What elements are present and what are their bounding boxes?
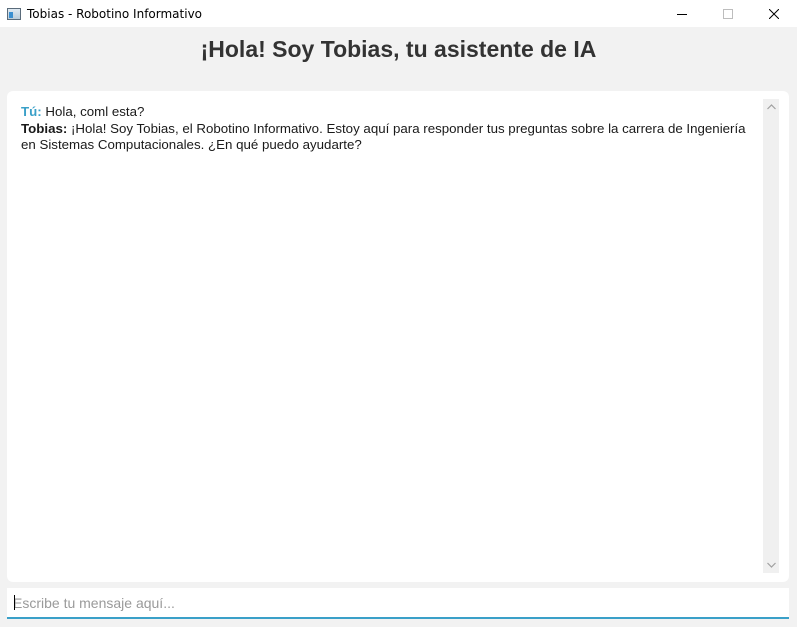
maximize-icon	[723, 8, 733, 19]
chat-message-bot: Tobias: ¡Hola! Soy Tobias, el Robotino I…	[21, 121, 756, 154]
message-text: ¡Hola! Soy Tobias, el Robotino Informati…	[21, 120, 746, 153]
window-controls	[659, 0, 797, 27]
vertical-scrollbar[interactable]	[763, 99, 779, 573]
maximize-button[interactable]	[705, 0, 751, 27]
chevron-down-icon	[766, 562, 776, 568]
chevron-up-icon	[766, 104, 776, 110]
app-window: Tobias - Robotino Informativo ¡Hola! Soy…	[0, 0, 797, 627]
message-input[interactable]	[7, 588, 789, 617]
message-sender: Tobias:	[21, 120, 68, 136]
scroll-up-button[interactable]	[763, 99, 779, 115]
scroll-down-button[interactable]	[763, 557, 779, 573]
window-title: Tobias - Robotino Informativo	[27, 6, 203, 21]
page-title: ¡Hola! Soy Tobias, tu asistente de IA	[200, 36, 597, 62]
message-text: Hola, coml esta?	[41, 104, 145, 119]
close-icon	[769, 8, 779, 19]
chat-message-user: Tú: Hola, coml esta?	[21, 104, 756, 121]
chat-history-panel[interactable]: Tú: Hola, coml esta? Tobias: ¡Hola! Soy …	[7, 91, 789, 582]
app-window-icon	[7, 7, 21, 20]
message-sender: Tú:	[21, 104, 42, 119]
text-caret	[14, 595, 15, 610]
minimize-icon	[677, 13, 687, 15]
title-bar[interactable]: Tobias - Robotino Informativo	[0, 0, 797, 27]
chat-messages: Tú: Hola, coml esta? Tobias: ¡Hola! Soy …	[21, 104, 756, 154]
message-input-container	[7, 588, 789, 619]
minimize-button[interactable]	[659, 0, 705, 27]
close-button[interactable]	[751, 0, 797, 27]
